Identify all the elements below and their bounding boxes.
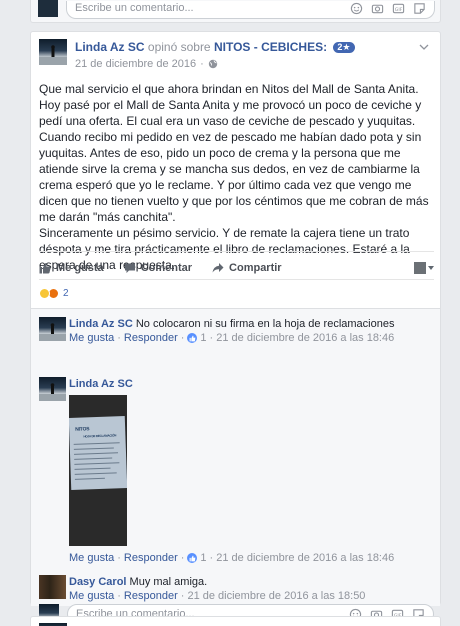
comment-reply-link[interactable]: Responder [124, 332, 178, 344]
receipt-line [74, 462, 120, 465]
complaint-sheet-image: NITOS HOJA DE RECLAMACIÓN [69, 416, 127, 490]
receipt-line [74, 477, 105, 480]
meta-separator: · [180, 332, 185, 344]
comment-meta: Me gusta · Responder · 1 · 21 de diciemb… [69, 332, 394, 344]
previous-comment-composer: Escribe un comentario... GIF [38, 0, 435, 20]
receipt-line [73, 442, 120, 445]
comment-body: Muy mal amiga. [126, 576, 208, 588]
comment-like-link[interactable]: Me gusta [69, 332, 114, 344]
avatar-figure-icon [39, 323, 66, 341]
comment-text: Linda Az SC No colocaron ni su firma en … [69, 317, 394, 331]
comment-label: Comentar [140, 262, 193, 274]
meta-separator: · [117, 332, 121, 344]
camera-icon[interactable] [371, 2, 384, 15]
post-body: Que mal servicio el que ahora brindan en… [39, 81, 436, 273]
caret-down-icon [428, 266, 434, 270]
meta-separator: · [117, 552, 121, 564]
comment-time[interactable]: · 21 de diciembre de 2016 a las 18:46 [210, 332, 395, 344]
comment-like-count[interactable]: 1 [200, 552, 206, 564]
thumbs-up-icon [39, 263, 51, 274]
author-name-link[interactable]: Linda Az SC [75, 40, 145, 54]
sticker-icon[interactable] [413, 2, 426, 15]
receipt-line [74, 452, 119, 455]
comment-text: Linda Az SC [69, 377, 133, 391]
comment-like-link[interactable]: Me gusta [69, 590, 114, 602]
share-button[interactable]: Compartir [212, 262, 282, 274]
previous-post-card: Escribe un comentario... GIF [30, 0, 441, 23]
post-paragraph: Que mal servicio el que ahora brindan en… [39, 82, 429, 224]
avatar-figure-icon [39, 383, 66, 401]
commenter-name-link[interactable]: Dasy Carol [69, 576, 126, 588]
comment-reply-link[interactable]: Responder [124, 552, 178, 564]
divider [39, 251, 434, 252]
avatar [38, 0, 58, 17]
comment-like-link[interactable]: Me gusta [69, 552, 114, 564]
gif-icon[interactable]: GIF [392, 2, 405, 15]
commenter-avatar[interactable] [39, 575, 66, 599]
avatar [414, 262, 426, 274]
review-verb: opinó sobre [144, 40, 214, 54]
comment-item: Linda Az SC NITOS HOJA DE RECLAMACIÓN Me… [39, 377, 429, 567]
receipt-line [74, 467, 111, 470]
chevron-down-icon[interactable] [418, 41, 430, 53]
receipt-line [74, 472, 117, 475]
receipt-line [74, 457, 113, 460]
comment-meta: Me gusta · Responder · 1 · 21 de diciemb… [69, 552, 394, 564]
comment-like-count[interactable]: 1 [200, 332, 206, 344]
commenter-name-link[interactable]: Linda Az SC [69, 318, 133, 330]
comment-photo[interactable]: NITOS HOJA DE RECLAMACIÓN [69, 395, 127, 546]
comment-placeholder: Escribe un comentario... [75, 1, 194, 14]
rating-badge: 2★ [333, 42, 355, 53]
meta-separator: · [180, 552, 185, 564]
post-actions: Me gusta Comentar Compartir [39, 258, 434, 278]
meta-separator: · [117, 590, 121, 602]
like-button[interactable]: Me gusta [39, 262, 104, 274]
wow-reaction-icon [39, 287, 50, 299]
author-avatar[interactable] [39, 39, 67, 65]
commenter-name-link[interactable]: Linda Az SC [69, 378, 133, 390]
next-post-card [30, 616, 441, 626]
globe-icon [208, 59, 217, 69]
comment-meta: Me gusta · Responder · 21 de diciembre d… [69, 590, 365, 602]
comment-bubble-icon [124, 263, 135, 273]
post-meta: 21 de diciembre de 2016 · [75, 58, 218, 70]
like-count-icon [187, 553, 198, 563]
receipt-line [73, 447, 114, 450]
reactions-summary[interactable]: 2 [39, 286, 69, 300]
composer-icons: GIF [350, 2, 426, 15]
share-label: Compartir [229, 262, 282, 274]
emoji-icon[interactable] [350, 2, 363, 15]
reaction-count[interactable]: 2 [63, 288, 69, 299]
post-author-line: Linda Az SC opinó sobre NITOS - CEBICHES… [75, 40, 355, 54]
comment-body: No colocaron ni su firma en la hoja de r… [132, 318, 395, 330]
meta-dot: · [200, 58, 204, 70]
comment-item: Linda Az SC No colocaron ni su firma en … [39, 317, 429, 347]
like-label: Me gusta [56, 262, 104, 274]
comment-item: Dasy Carol Muy mal amiga. Me gusta · Res… [39, 575, 429, 605]
svg-text:GIF: GIF [395, 6, 403, 12]
post-date[interactable]: 21 de diciembre de 2016 [75, 58, 196, 70]
commenter-avatar[interactable] [39, 377, 66, 401]
receipt-brand: NITOS [75, 426, 90, 433]
commenter-avatar[interactable] [39, 317, 66, 341]
comment-button[interactable]: Comentar [124, 262, 192, 274]
comment-reply-link[interactable]: Responder [124, 590, 178, 602]
share-arrow-icon [212, 263, 224, 273]
comments-section: Linda Az SC No colocaron ni su firma en … [31, 308, 440, 624]
page-name-link[interactable]: NITOS - CEBICHES: [214, 40, 327, 54]
comment-input[interactable]: Escribe un comentario... GIF [66, 0, 435, 19]
comment-time[interactable]: · 21 de diciembre de 2016 a las 18:46 [210, 552, 395, 564]
like-count-icon [187, 333, 198, 343]
comment-text: Dasy Carol Muy mal amiga. [69, 575, 207, 589]
post-header: Linda Az SC opinó sobre NITOS - CEBICHES… [39, 39, 430, 79]
post-as-selector[interactable] [414, 262, 434, 274]
divider [39, 279, 434, 280]
receipt-heading: HOJA DE RECLAMACIÓN [83, 433, 117, 439]
comment-time[interactable]: · 21 de diciembre de 2016 a las 18:50 [181, 590, 366, 602]
avatar-figure-icon [39, 45, 67, 65]
review-post-card: Linda Az SC opinó sobre NITOS - CEBICHES… [30, 31, 441, 624]
